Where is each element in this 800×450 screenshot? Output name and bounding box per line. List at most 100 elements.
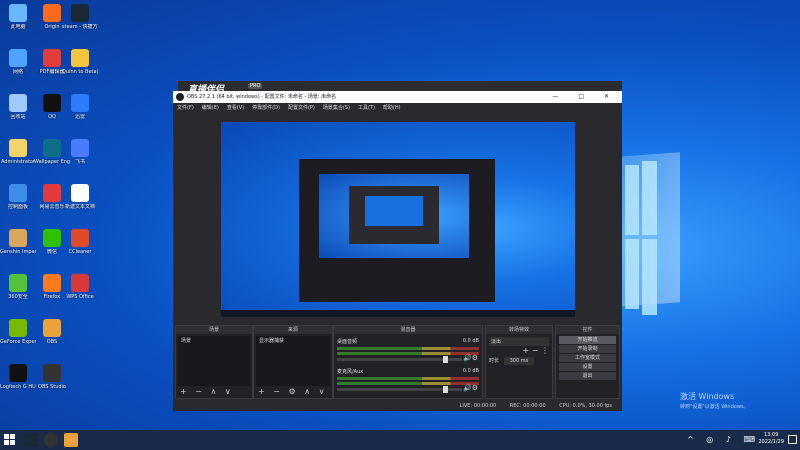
desktop-icon-label: OBS — [46, 339, 58, 345]
windows-logo-graphic — [625, 161, 657, 315]
app-icon — [9, 319, 27, 337]
preview-nested-desktop — [319, 174, 469, 258]
desktop-icon-label: Administrator — [0, 159, 36, 165]
app-icon — [43, 49, 61, 67]
taskbar-clock[interactable]: 13:09 2022/1/29 — [758, 432, 784, 446]
desktop-icon-label: GeForce Experience — [0, 339, 36, 345]
activation-watermark: 激活 Windows 转到"设置"以激活 Windows。 — [680, 392, 749, 412]
speaker-icon[interactable]: 🔊⚙ — [463, 354, 478, 362]
desktop-icon[interactable]: Logitech G HUB — [0, 364, 36, 390]
status-cpu: CPU: 0.0%, 30.00 fps — [559, 403, 612, 409]
app-icon — [9, 49, 27, 67]
volume-meter — [337, 382, 479, 385]
app-icon — [43, 274, 61, 292]
desktop-icon[interactable]: CCleaner — [62, 229, 98, 255]
controls-title: 控件 — [556, 326, 619, 334]
menu-item[interactable]: 配置文件(P) — [288, 105, 315, 111]
menu-item[interactable]: 停靠部件(D) — [252, 105, 280, 111]
desktop-icon[interactable]: 控制面板 — [0, 184, 36, 210]
desktop-icon-label: Genshin Impact — [0, 249, 36, 255]
app-icon — [43, 139, 61, 157]
desktop-icon[interactable]: WPS Office — [62, 274, 98, 300]
desktop-icon-label: Logitech G HUB — [0, 384, 36, 390]
start-button[interactable] — [4, 434, 16, 446]
window-controls[interactable]: — □ ✕ — [552, 91, 618, 103]
app-icon — [9, 229, 27, 247]
sources-toolbar[interactable]: + − ⚙ ∧ ∨ — [258, 387, 327, 396]
clock-date: 2022/1/29 — [758, 439, 784, 445]
mixer-dock: 混音器 桌面音频 0.0 dB 🔊⚙ 麦克风/Aux 0.0 dB 🔊⚙ — [333, 325, 483, 399]
scene-item[interactable]: 场景 — [178, 336, 250, 345]
scenes-title: 场景 — [176, 326, 252, 334]
app-icon — [9, 364, 27, 382]
system-tray[interactable]: ^ ◎ ♪ ⌨ — [687, 435, 760, 444]
obs-icon — [176, 93, 184, 101]
control-button[interactable]: 设置 — [559, 363, 616, 371]
desktop-icon-label: 此电脑 — [10, 24, 26, 30]
desktop-icon[interactable]: 迅雷 — [62, 94, 98, 120]
mixer-channels: 桌面音频 0.0 dB 🔊⚙ 麦克风/Aux 0.0 dB 🔊⚙ — [334, 336, 482, 396]
speaker-icon[interactable]: 🔊⚙ — [463, 384, 478, 392]
control-button[interactable]: 工作室模式 — [559, 354, 616, 362]
source-item[interactable]: 显示器捕获 — [256, 336, 330, 345]
app-icon — [43, 4, 61, 22]
desktop-icon[interactable]: 回收站 — [0, 94, 36, 120]
obs-menubar: 文件(F) 编辑(E) 查看(V) 停靠部件(D) 配置文件(P) 场景集合(S) 工具(T… — [173, 103, 622, 114]
channel-name: 桌面音频 — [337, 339, 358, 345]
menu-item[interactable]: 编辑(E) — [202, 105, 219, 111]
menu-item[interactable]: 文件(F) — [177, 105, 194, 111]
scenes-list: 场景 — [178, 336, 250, 386]
taskbar-obs-icon[interactable] — [44, 433, 58, 447]
taskbar-app-icon[interactable] — [64, 433, 78, 447]
obs-window: OBS 27.2.1 (64 bit, windows) - 配置文件: 未命名… — [173, 91, 622, 411]
app-icon — [43, 184, 61, 202]
menu-item[interactable]: 工具(T) — [358, 105, 375, 111]
app-icon — [71, 4, 89, 22]
menu-item[interactable]: 查看(V) — [227, 105, 244, 111]
desktop-icon[interactable]: 飞书 — [62, 139, 98, 165]
app-icon — [9, 274, 27, 292]
desktop-icon[interactable]: 360安全 — [0, 274, 36, 300]
app-icon — [43, 229, 61, 247]
desktop-icon[interactable]: steam - 快捷方式 — [62, 4, 98, 30]
desktop-icon[interactable]: GeForce Experience — [0, 319, 36, 345]
transition-type-select[interactable]: 淡出 — [489, 337, 549, 346]
obs-preview[interactable] — [221, 122, 575, 317]
desktop-icon[interactable]: Quinn to Beta(S) — [62, 49, 98, 75]
obs-docks: 场景 场景 + − ∧ ∨ 来源 显示器捕获 + − ⚙ ∧ ∨ 混音器 桌面音… — [173, 325, 622, 399]
channel-name: 麦克风/Aux — [337, 369, 364, 375]
desktop-icon[interactable]: 此电脑 — [0, 4, 36, 30]
fader-knob[interactable] — [443, 356, 449, 363]
desktop-icon-label: 网络 — [12, 69, 23, 75]
volume-fader[interactable] — [337, 386, 462, 393]
transition-add-remove[interactable]: + − ⋮ — [489, 346, 550, 355]
desktop-icon[interactable]: Genshin Impact — [0, 229, 36, 255]
duration-input[interactable]: 300 ms — [503, 357, 535, 365]
status-rec: REC: 00:00:00 — [509, 403, 546, 409]
volume-meter — [337, 352, 479, 355]
obs-titlebar[interactable]: OBS 27.2.1 (64 bit, windows) - 配置文件: 未命名… — [173, 91, 622, 103]
scenes-toolbar[interactable]: + − ∧ ∨ — [180, 387, 234, 396]
preview-taskbar — [221, 310, 575, 317]
obs-statusbar: LIVE: 00:00:00 REC: 00:00:00 CPU: 0.0%, … — [173, 401, 622, 411]
controls-buttons: 开始推流 开始录制 工作室模式 设置 退出 — [556, 334, 619, 380]
desktop-icon[interactable]: 新建文本文档 — [62, 184, 98, 210]
menu-item[interactable]: 场景集合(S) — [323, 105, 350, 111]
control-button[interactable]: 开始录制 — [559, 345, 616, 353]
desktop-icon[interactable]: OBS — [34, 319, 70, 345]
app-icon — [9, 184, 27, 202]
sources-title: 来源 — [254, 326, 332, 334]
desktop-icon[interactable]: 网络 — [0, 49, 36, 75]
notification-icon[interactable] — [788, 435, 797, 444]
fader-knob[interactable] — [443, 386, 449, 393]
menu-item[interactable]: 帮助(H) — [383, 105, 401, 111]
control-button[interactable]: 开始推流 — [559, 336, 616, 344]
desktop-icon[interactable]: Administrator — [0, 139, 36, 165]
desktop-icon[interactable]: OBS Studio — [34, 364, 70, 390]
taskbar-steam-icon[interactable] — [24, 433, 38, 447]
volume-meter — [337, 347, 479, 350]
volume-fader[interactable] — [337, 356, 462, 363]
desktop-icon-label: Quinn to Beta(S) — [62, 69, 98, 75]
taskbar: ^ ◎ ♪ ⌨ 13:09 2022/1/29 — [0, 430, 800, 450]
control-button[interactable]: 退出 — [559, 372, 616, 380]
